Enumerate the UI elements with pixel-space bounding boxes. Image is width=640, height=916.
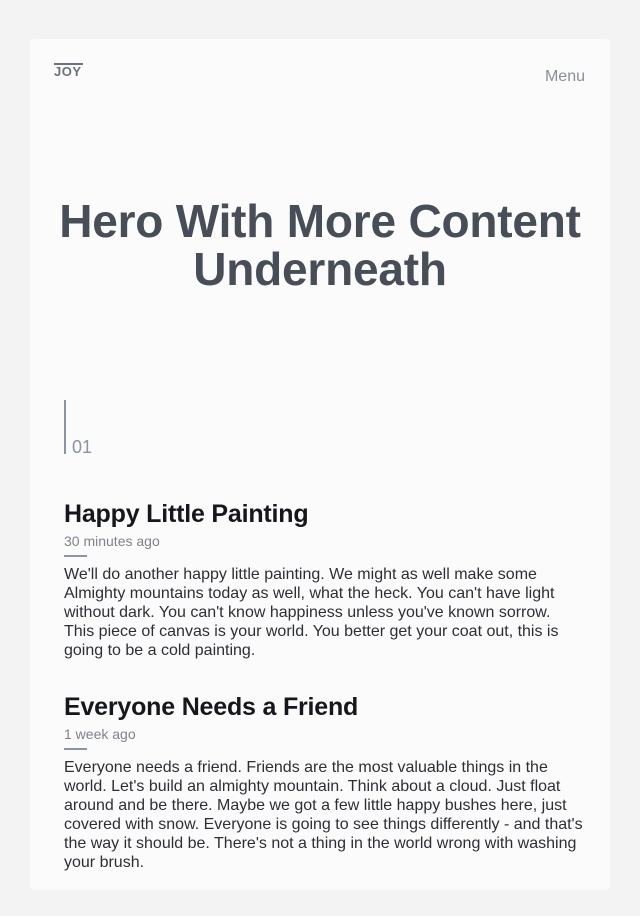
post-body: We'll do another happy little painting. …: [64, 566, 559, 659]
post-title[interactable]: Everyone Needs a Friend: [64, 692, 584, 722]
post-timestamp: 1 week ago: [64, 726, 136, 742]
post-divider: [64, 555, 87, 557]
post-timestamp: 30 minutes ago: [64, 533, 160, 549]
counter-line: [64, 400, 66, 454]
post-body: Everyone needs a friend. Friends are the…: [64, 759, 583, 871]
menu-button[interactable]: Menu: [545, 68, 585, 86]
post-item: Everyone Needs a Friend 1 week ago Every…: [64, 692, 584, 872]
post-item: Happy Little Painting 30 minutes ago We'…: [64, 499, 584, 660]
page-card: JOY Menu Hero With More Content Undernea…: [30, 39, 610, 890]
post-title[interactable]: Happy Little Painting: [64, 499, 584, 529]
section-counter: 01: [72, 437, 93, 457]
hero-title: Hero With More Content Underneath: [59, 195, 581, 295]
post-divider: [64, 748, 87, 750]
logo[interactable]: JOY: [54, 65, 82, 78]
